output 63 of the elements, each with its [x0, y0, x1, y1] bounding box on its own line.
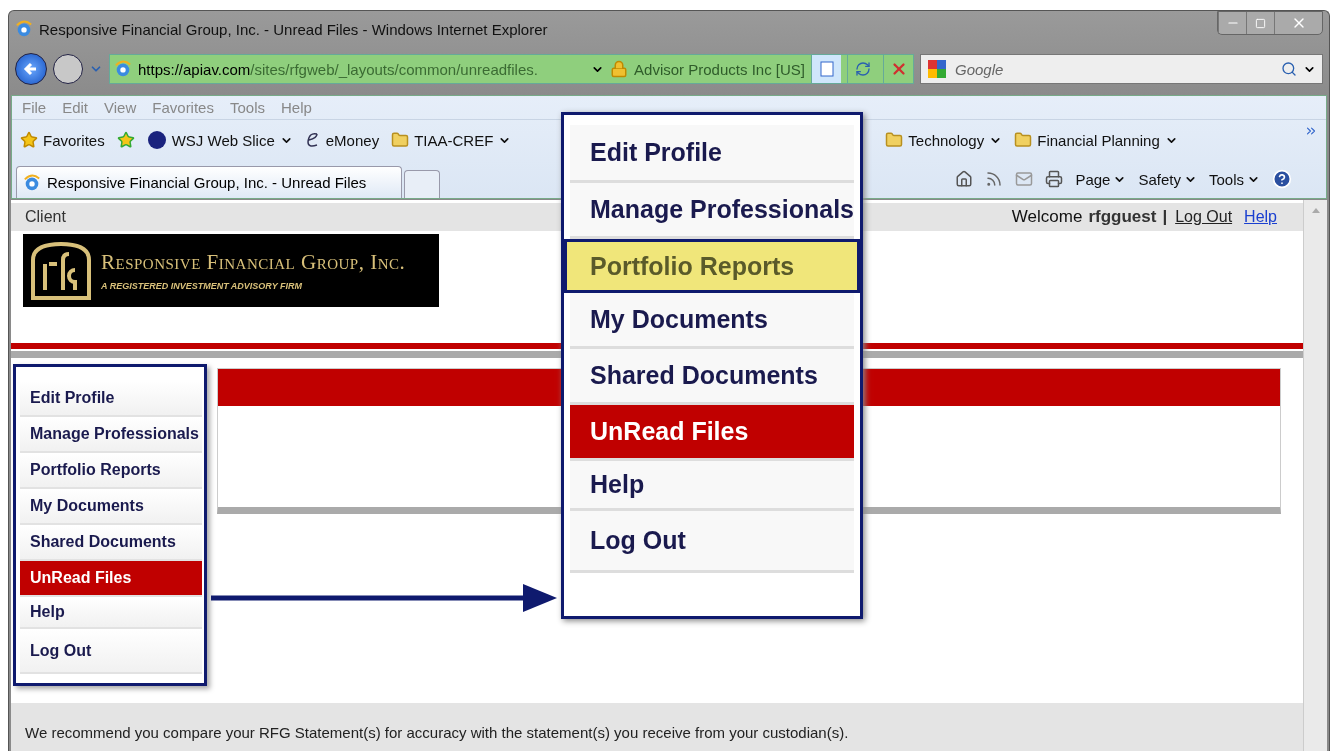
- lock-icon: [610, 60, 629, 78]
- search-icon[interactable]: [1281, 61, 1297, 77]
- folder-icon: [1014, 131, 1033, 149]
- header-link[interactable]: Log Out: [1175, 208, 1233, 226]
- scrollbar[interactable]: [1303, 200, 1327, 751]
- ie-logo-icon: [114, 60, 132, 78]
- forward-button[interactable]: [53, 54, 83, 84]
- welcome-text: Welcome: [1011, 207, 1083, 227]
- new-tab-button[interactable]: [404, 170, 440, 198]
- section-label: Client: [25, 208, 66, 226]
- logo-tagline: A REGISTERED INVESTMENT ADVISORY FIRM: [101, 281, 304, 291]
- print-icon[interactable]: [1045, 170, 1064, 188]
- maximize-icon: [1255, 17, 1266, 29]
- certificate-label[interactable]: Advisor Products Inc [US]: [634, 60, 805, 78]
- favorites-item[interactable]: Technology: [885, 131, 1003, 149]
- ie-logo-icon: [15, 20, 33, 38]
- address-bar[interactable]: https://apiav.com/sites/rfgweb/_layouts/common/unreadfiles. Advisor Products Inc [US]: [109, 54, 914, 84]
- favorites-item[interactable]: Financial Planning: [1014, 131, 1178, 149]
- favorites-item[interactable]: TIAA-CREF: [391, 131, 512, 149]
- search-field[interactable]: Google: [920, 54, 1323, 84]
- side-menu-item[interactable]: UnRead Files: [20, 561, 202, 597]
- zoomed-menu-item[interactable]: My Documents: [570, 293, 854, 349]
- folder-icon: [885, 131, 904, 149]
- username: rfgguest: [1088, 207, 1157, 227]
- separator-text: |: [1162, 207, 1168, 227]
- help-icon[interactable]: [1272, 169, 1292, 189]
- zoomed-menu-item[interactable]: Manage Professionals: [570, 183, 854, 239]
- ie-logo-icon: [23, 173, 41, 192]
- zoomed-menu-item[interactable]: Shared Documents: [570, 349, 854, 405]
- favorites-item[interactable]: Favorites: [20, 131, 105, 149]
- circle-badge-icon: [146, 130, 167, 150]
- chevron-icon[interactable]: [1304, 124, 1318, 138]
- header-link[interactable]: Help: [1244, 208, 1277, 226]
- monogram-icon: [29, 239, 93, 302]
- favorites-item[interactable]: eMoney: [304, 130, 380, 150]
- zoomed-menu-item[interactable]: Help: [570, 461, 854, 511]
- add-favorite-icon[interactable]: [116, 131, 135, 149]
- favorites-item[interactable]: WSJ Web Slice: [146, 130, 293, 150]
- home-icon[interactable]: [955, 170, 974, 188]
- search-input[interactable]: Google: [953, 59, 1275, 79]
- script-e-icon: [304, 130, 321, 150]
- window-title: Responsive Financial Group, Inc. - Unread Files - Windows Internet Explorer: [39, 20, 549, 38]
- mail-icon[interactable]: [1015, 170, 1034, 188]
- notice-text: We recommend you compare your RFG Statement(s) for accuracy with the statement(s) you receive from your custodian(s).: [11, 703, 1303, 751]
- compatibility-button[interactable]: [811, 55, 841, 83]
- star-icon: [20, 131, 38, 149]
- command-menu[interactable]: Page: [1075, 170, 1127, 188]
- zoomed-menu-item[interactable]: Log Out: [570, 511, 854, 573]
- refresh-icon: [854, 61, 871, 77]
- zoomed-menu-item[interactable]: UnRead Files: [570, 405, 854, 461]
- feed-icon[interactable]: [985, 170, 1004, 188]
- folder-icon: [391, 131, 410, 149]
- back-arrow-icon: [23, 61, 39, 77]
- command-menu[interactable]: Safety: [1138, 170, 1197, 188]
- scroll-up-icon[interactable]: [1310, 206, 1321, 214]
- zoomed-menu-item[interactable]: Edit Profile: [570, 125, 854, 183]
- browser-tab[interactable]: Responsive Financial Group, Inc. - Unread Files: [16, 166, 402, 198]
- zoomed-menu-item[interactable]: Portfolio Reports: [564, 239, 860, 293]
- command-menu[interactable]: Tools: [1208, 170, 1260, 188]
- back-button[interactable]: [15, 53, 47, 85]
- google-logo-icon: [927, 59, 947, 79]
- page-icon: [818, 61, 835, 77]
- logo-name: Responsive Financial Group, Inc.: [101, 250, 406, 275]
